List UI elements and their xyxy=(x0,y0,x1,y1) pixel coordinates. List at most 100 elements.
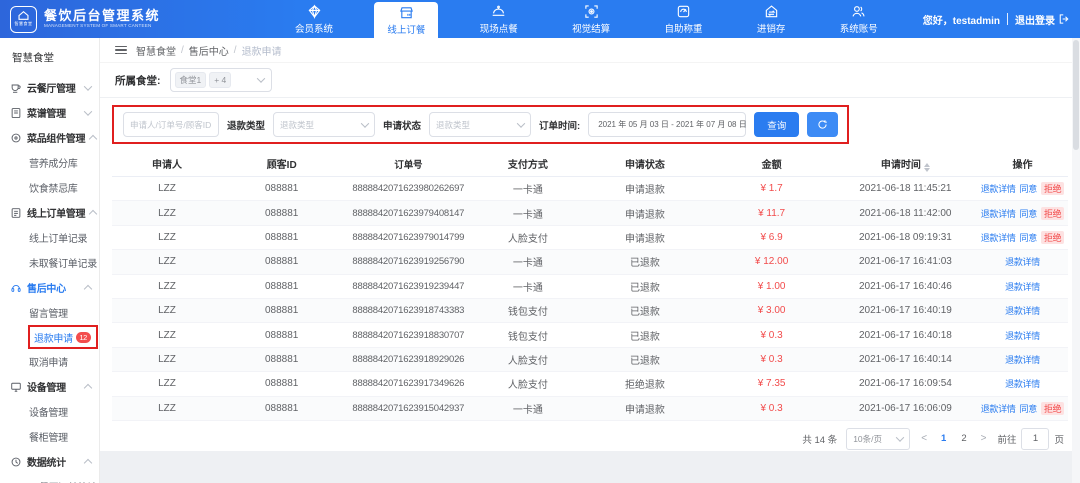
cell-order-no: 8888842071623919239447 xyxy=(341,281,475,292)
cell-apply-status: 申请退款 xyxy=(580,206,709,221)
refund-detail-link[interactable]: 退款详情 xyxy=(981,231,1016,244)
nav-item-online-ordering[interactable]: 线上订餐 xyxy=(374,2,438,38)
col-apply-time[interactable]: 申请时间 xyxy=(834,156,977,172)
sidebar-item-cloud-restaurant-mgmt[interactable]: 云餐厅管理 xyxy=(0,75,99,100)
refund-detail-link[interactable]: 退款详情 xyxy=(981,207,1016,220)
scrollbar-thumb[interactable] xyxy=(1073,40,1079,150)
cell-amount: ¥ 0.3 xyxy=(709,403,833,414)
cell-pay-method: 一卡通 xyxy=(475,181,580,196)
sidebar-item-device-mgmt[interactable]: 设备管理 xyxy=(0,399,99,424)
cell-customer-id: 088881 xyxy=(222,305,342,316)
cell-pay-method: 人脸支付 xyxy=(475,352,580,367)
cell-apply-status: 已退款 xyxy=(580,254,709,269)
logo-text: 智慧食堂 xyxy=(15,21,33,27)
nav-item-system-account[interactable]: 系统账号 xyxy=(827,0,891,38)
nav-item-visual-checkout[interactable]: 视觉结算 xyxy=(559,0,623,38)
nav-item-inventory[interactable]: 进销存 xyxy=(744,0,799,38)
sidebar-item-online-order-records[interactable]: 线上订单记录 xyxy=(0,225,99,250)
collapse-menu-icon[interactable] xyxy=(115,46,127,54)
sidebar-item-device-mgmt-group[interactable]: 设备管理 xyxy=(0,374,99,399)
breadcrumb-home[interactable]: 智慧食堂 xyxy=(136,43,176,58)
approve-link[interactable]: 同意 xyxy=(1020,231,1037,244)
chevron-down-icon xyxy=(256,74,264,82)
cell-pay-method: 一卡通 xyxy=(475,401,580,416)
next-page-button[interactable]: > xyxy=(979,433,989,444)
page-size-select[interactable]: 10条/页 xyxy=(846,428,910,450)
refund-detail-link[interactable]: 退款详情 xyxy=(1005,280,1040,293)
refund-detail-link[interactable]: 退款详情 xyxy=(1005,329,1040,342)
breadcrumb-section[interactable]: 售后中心 xyxy=(189,43,229,58)
page-number-1[interactable]: 1 xyxy=(938,433,949,444)
cell-customer-id: 088881 xyxy=(222,403,342,414)
cell-applicant: LZZ xyxy=(112,403,222,414)
cell-applicant: LZZ xyxy=(112,281,222,292)
nav-item-self-weighing[interactable]: 自助称重 xyxy=(652,0,716,38)
cell-order-no: 8888842071623918830707 xyxy=(341,330,475,341)
approve-link[interactable]: 同意 xyxy=(1020,402,1037,415)
sidebar-item-cabinet-mgmt[interactable]: 餐柜管理 xyxy=(0,424,99,449)
cell-customer-id: 088881 xyxy=(222,281,342,292)
prev-page-button[interactable]: < xyxy=(919,433,929,444)
cell-pay-method: 一卡通 xyxy=(475,206,580,221)
reject-link[interactable]: 拒绝 xyxy=(1041,402,1064,415)
logout-button[interactable]: 退出登录 xyxy=(1015,12,1070,27)
storefront-icon xyxy=(399,5,414,20)
goto-page-input[interactable] xyxy=(1021,428,1049,450)
sidebar-item-refund-application[interactable]: 退款申请 12 xyxy=(28,325,98,349)
brand-title: 餐饮后台管理系统 xyxy=(44,9,161,23)
reject-link[interactable]: 拒绝 xyxy=(1041,182,1064,195)
date-range-picker[interactable]: 2021 年 05 月 03 日 - 2021 年 07 月 08 日 xyxy=(588,112,746,137)
refund-detail-link[interactable]: 退款详情 xyxy=(1005,255,1040,268)
clock-stats-icon xyxy=(10,456,22,468)
table-row: LZZ 088881 8888842071623917349626 人脸支付 拒… xyxy=(112,372,1068,396)
cell-applicant: LZZ xyxy=(112,305,222,316)
reject-link[interactable]: 拒绝 xyxy=(1041,207,1064,220)
chevron-up-icon xyxy=(84,285,92,293)
refund-detail-link[interactable]: 退款详情 xyxy=(981,182,1016,195)
sidebar-item-aftersale-center[interactable]: 售后中心 xyxy=(0,275,99,300)
refresh-button[interactable] xyxy=(807,112,838,137)
sidebar: 智慧食堂 云餐厅管理 菜谱管理 菜品组件管理 营养成分库 饮食禁忌库 线上订单管… xyxy=(0,38,100,483)
sidebar-item-online-order-mgmt[interactable]: 线上订单管理 xyxy=(0,200,99,225)
chevron-up-icon xyxy=(84,459,92,467)
refund-type-select[interactable]: 退款类型 xyxy=(273,112,375,137)
page-number-2[interactable]: 2 xyxy=(958,433,969,444)
apply-status-select[interactable]: 退款类型 xyxy=(429,112,531,137)
sidebar-item-diet-taboo-library[interactable]: 饮食禁忌库 xyxy=(0,175,99,200)
approve-link[interactable]: 同意 xyxy=(1020,182,1037,195)
sidebar-item-data-stats[interactable]: 数据统计 xyxy=(0,449,99,474)
sort-icon[interactable] xyxy=(924,163,930,172)
table-row: LZZ 088881 8888842071623918830707 钱包支付 已… xyxy=(112,323,1068,347)
cell-actions: 退款详情同意拒绝 xyxy=(977,402,1068,415)
chevron-down-icon xyxy=(361,119,369,127)
refund-detail-link[interactable]: 退款详情 xyxy=(1005,377,1040,390)
refund-table: 申请人 顾客ID 订单号 支付方式 申请状态 金额 申请时间 操作 LZZ 08… xyxy=(112,151,1068,421)
sidebar-item-nutrition-library[interactable]: 营养成分库 xyxy=(0,150,99,175)
sidebar-item-uncollected-order-records[interactable]: 未取餐订单记录 xyxy=(0,250,99,275)
sidebar-item-message-mgmt[interactable]: 留言管理 xyxy=(0,300,99,325)
refund-detail-link[interactable]: 退款详情 xyxy=(1005,304,1040,317)
canteen-select[interactable]: 食堂1 + 4 xyxy=(170,68,272,92)
chevron-down-icon xyxy=(896,433,904,441)
refund-detail-link[interactable]: 退款详情 xyxy=(981,402,1016,415)
sidebar-item-menu-mgmt[interactable]: 菜谱管理 xyxy=(0,100,99,125)
cell-order-no: 8888842071623915042937 xyxy=(341,403,475,414)
scrollbar[interactable] xyxy=(1072,38,1080,483)
brand: 智慧食堂 餐饮后台管理系统 MANAGEMENT SYSTEM OF SMART… xyxy=(0,0,248,38)
col-order-no: 订单号 xyxy=(341,157,475,171)
goto-suffix: 页 xyxy=(1054,432,1064,446)
sidebar-item-dish-component-mgmt[interactable]: 菜品组件管理 xyxy=(0,125,99,150)
cell-apply-status: 已退款 xyxy=(580,279,709,294)
keyword-input[interactable] xyxy=(123,112,219,137)
refresh-icon xyxy=(817,119,828,130)
reject-link[interactable]: 拒绝 xyxy=(1041,231,1064,244)
nav-item-member-system[interactable]: 会员系统 xyxy=(282,0,346,38)
approve-link[interactable]: 同意 xyxy=(1020,207,1037,220)
sidebar-item-cancel-application[interactable]: 取消申请 xyxy=(0,349,99,374)
refund-detail-link[interactable]: 退款详情 xyxy=(1005,353,1040,366)
nav-item-onsite-ordering[interactable]: 现场点餐 xyxy=(467,0,531,38)
navbar-right: 您好，testadmin 退出登录 xyxy=(919,0,1080,38)
sidebar-item-cloud-restaurant-order-stats[interactable]: 云餐厅订单统计 xyxy=(0,474,99,483)
search-button[interactable]: 查询 xyxy=(754,112,799,137)
cell-apply-time: 2021-06-17 16:40:46 xyxy=(834,281,977,292)
